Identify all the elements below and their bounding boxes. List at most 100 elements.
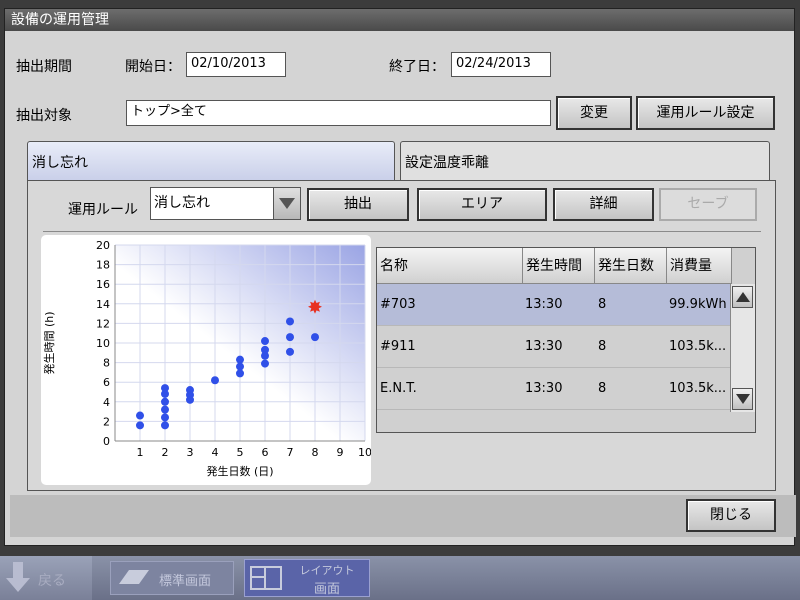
scatter-point (136, 421, 144, 430)
cell-consumption: 103.5k... (669, 339, 727, 354)
scroll-down-icon[interactable] (732, 388, 753, 410)
screen-panel-icon (119, 570, 149, 584)
header-name[interactable]: 名称 (377, 248, 523, 284)
y-tick-label: 6 (103, 376, 110, 389)
scatter-point (286, 317, 294, 326)
y-tick-label: 18 (96, 259, 110, 272)
x-tick-label: 6 (262, 446, 269, 459)
header-occur-time[interactable]: 発生時間 (523, 248, 595, 284)
scatter-point (161, 413, 169, 422)
cell-days: 8 (598, 381, 607, 396)
y-tick-label: 0 (103, 435, 110, 448)
cell-name: E.N.T. (380, 381, 417, 396)
cell-time: 13:30 (525, 381, 563, 396)
scroll-up-icon[interactable] (732, 286, 753, 308)
x-tick-label: 4 (212, 446, 219, 459)
screen-frame: 設備の運用管理 抽出期間 開始日： 02/10/2013 終了日： 02/24/… (0, 0, 800, 556)
y-tick-label: 2 (103, 415, 110, 428)
x-tick-label: 5 (237, 446, 244, 459)
layout-grid-icon (250, 566, 282, 590)
scatter-point (236, 355, 244, 364)
end-date-label: 終了日： (389, 59, 445, 75)
end-date-field[interactable]: 02/24/2013 (451, 52, 551, 77)
y-tick-label: 14 (96, 298, 110, 311)
taskbar: 戻る 標準画面 レイアウト 画面 (0, 556, 800, 600)
extract-target-field[interactable]: トップ>全て (126, 100, 551, 126)
area-button[interactable]: エリア (417, 188, 547, 221)
change-button[interactable]: 変更 (556, 96, 632, 130)
extract-period-label: 抽出期間 (16, 59, 72, 75)
cell-name: #911 (380, 339, 416, 354)
y-tick-label: 8 (103, 357, 110, 370)
scatter-chart: 0 2 4 6 8 10 12 14 16 18 20 1 2 3 4 5 6 7 8 9 10 発生日数 (日) 発生… (41, 235, 372, 485)
cell-consumption: 99.9kWh (669, 297, 727, 312)
table-row[interactable]: #911 13:30 8 103.5k... (377, 326, 732, 368)
cell-days: 8 (598, 297, 607, 312)
detail-button[interactable]: 詳細 (553, 188, 654, 221)
footer-bar: 閉じる (10, 495, 796, 537)
down-arrow-icon (6, 562, 30, 592)
cell-time: 13:30 (525, 297, 563, 312)
scatter-point (161, 397, 169, 406)
scatter-point (236, 369, 244, 378)
scatter-chart-svg: 024681012141618201 2 3 4 5 6 7 8 9 10 発生日数 (日) 発生… (42, 239, 372, 478)
cell-days: 8 (598, 339, 607, 354)
y-tick-label: 10 (96, 337, 110, 350)
layout-screen-label-1: レイアウト (299, 564, 355, 577)
standard-screen-label: 標準画面 (159, 574, 212, 589)
back-label: 戻る (38, 573, 66, 589)
scatter-point (161, 405, 169, 414)
back-button[interactable]: 戻る (0, 556, 92, 600)
y-tick-label: 16 (96, 278, 110, 291)
window-title: 設備の運用管理 (5, 9, 794, 31)
extract-target-label: 抽出対象 (16, 108, 72, 124)
scatter-point (261, 345, 269, 354)
operation-rule-value: 消し忘れ (154, 195, 210, 211)
save-button[interactable]: セーブ (659, 188, 757, 221)
y-tick-label: 20 (96, 239, 110, 252)
cell-name: #703 (380, 297, 416, 312)
operation-rule-select[interactable]: 消し忘れ (150, 187, 301, 220)
tab-temperature-deviation[interactable]: 設定温度乖離 (400, 141, 770, 181)
x-tick-label: 9 (337, 446, 344, 459)
close-button[interactable]: 閉じる (686, 499, 776, 532)
layout-screen-label-2: 画面 (313, 582, 340, 597)
scatter-point (236, 362, 244, 371)
scatter-point (211, 376, 219, 385)
scatter-point (261, 359, 269, 368)
start-date-label: 開始日： (125, 59, 181, 75)
panel-divider (43, 231, 761, 232)
rule-setting-button[interactable]: 運用ルール設定 (636, 96, 775, 130)
cell-time: 13:30 (525, 339, 563, 354)
scatter-point (261, 337, 269, 346)
x-tick-label: 3 (187, 446, 194, 459)
chevron-down-icon[interactable] (273, 188, 300, 219)
x-tick-label: 1 (137, 446, 144, 459)
extract-button[interactable]: 抽出 (307, 188, 409, 221)
table-scrollbar[interactable] (730, 284, 755, 412)
tab-forgot-off[interactable]: 消し忘れ (27, 141, 395, 181)
start-date-field[interactable]: 02/10/2013 (186, 52, 286, 77)
table-row[interactable]: #703 13:30 8 99.9kWh (377, 284, 732, 326)
x-tick-label: 2 (162, 446, 169, 459)
cell-consumption: 103.5k... (669, 381, 727, 396)
scatter-point (136, 411, 144, 420)
scatter-point (161, 384, 169, 393)
x-axis-label: 発生日数 (日) (206, 464, 273, 478)
operation-rule-label: 運用ルール (68, 202, 138, 218)
scatter-point (311, 333, 319, 342)
y-tick-label: 4 (103, 396, 110, 409)
header-consumption[interactable]: 消費量 (667, 248, 732, 284)
x-tick-label: 7 (287, 446, 294, 459)
table-row[interactable]: E.N.T. 13:30 8 103.5k... (377, 368, 732, 410)
y-axis-label: 発生時間 (h) (42, 311, 56, 374)
equipment-operation-window: 設備の運用管理 抽出期間 開始日： 02/10/2013 終了日： 02/24/… (4, 8, 796, 546)
result-table: 名称 発生時間 発生日数 消費量 #703 13:30 8 99.9kWh #9… (376, 247, 756, 433)
scatter-point (286, 347, 294, 356)
header-occur-days[interactable]: 発生日数 (595, 248, 667, 284)
scatter-point (186, 386, 194, 395)
scatter-point (286, 333, 294, 342)
x-tick-label: 10 (358, 446, 371, 459)
standard-screen-button[interactable]: 標準画面 (110, 561, 234, 595)
layout-screen-button[interactable]: レイアウト 画面 (244, 559, 370, 597)
